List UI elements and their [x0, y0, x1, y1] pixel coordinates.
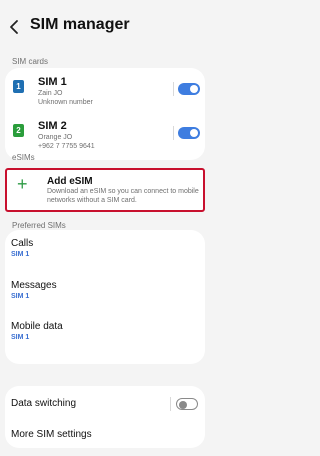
preferred-value: SIM 1 — [11, 334, 30, 341]
divider — [173, 82, 174, 96]
preferred-messages[interactable]: Messages SIM 1 — [11, 280, 57, 300]
section-label-preferred-sims: Preferred SIMs — [12, 221, 66, 230]
add-esim-description: Download an eSIM so you can connect to m… — [47, 188, 199, 204]
app-header: SIM manager — [0, 14, 210, 40]
plus-icon: + — [17, 174, 28, 194]
sim-number: +962 7 7755 9641 — [38, 143, 95, 150]
preferred-title: Mobile data — [11, 321, 63, 332]
sim-number: Unknown number — [38, 99, 93, 106]
data-switching-toggle[interactable] — [176, 398, 198, 410]
sim-name: SIM 2 — [38, 120, 67, 132]
back-arrow-icon[interactable] — [8, 18, 22, 36]
sim-name: SIM 1 — [38, 76, 67, 88]
preferred-title: Messages — [11, 280, 57, 291]
page-title: SIM manager — [30, 16, 130, 33]
preferred-mobile-data[interactable]: Mobile data SIM 1 — [11, 321, 63, 341]
add-esim-button[interactable]: + Add eSIM Download an eSIM so you can c… — [5, 168, 205, 212]
sim-2-toggle[interactable] — [178, 127, 200, 139]
sim-cards-card: 1 SIM 1 Zain JO Unknown number 2 SIM 2 O… — [5, 68, 205, 160]
sim-carrier: Zain JO — [38, 90, 63, 97]
preferred-value: SIM 1 — [11, 293, 30, 300]
sim-2-icon: 2 — [13, 124, 24, 137]
section-label-sim-cards: SIM cards — [12, 57, 49, 66]
section-label-esims: eSIMs — [12, 153, 35, 162]
preferred-title: Calls — [11, 238, 34, 249]
preferred-calls[interactable]: Calls SIM 1 — [11, 238, 33, 258]
more-sim-settings-link[interactable]: More SIM settings — [11, 429, 92, 440]
sim-1-toggle[interactable] — [178, 83, 200, 95]
sim-carrier: Orange JO — [38, 134, 73, 141]
divider — [173, 126, 174, 140]
sim-row-1[interactable]: 1 SIM 1 Zain JO Unknown number — [5, 74, 205, 116]
sim-row-2[interactable]: 2 SIM 2 Orange JO +962 7 7755 9641 — [5, 118, 205, 160]
divider — [170, 397, 171, 411]
sim-1-icon: 1 — [13, 80, 24, 93]
add-esim-title: Add eSIM — [47, 176, 93, 187]
data-switching-label: Data switching — [11, 398, 77, 409]
preferred-value: SIM 1 — [11, 251, 30, 258]
